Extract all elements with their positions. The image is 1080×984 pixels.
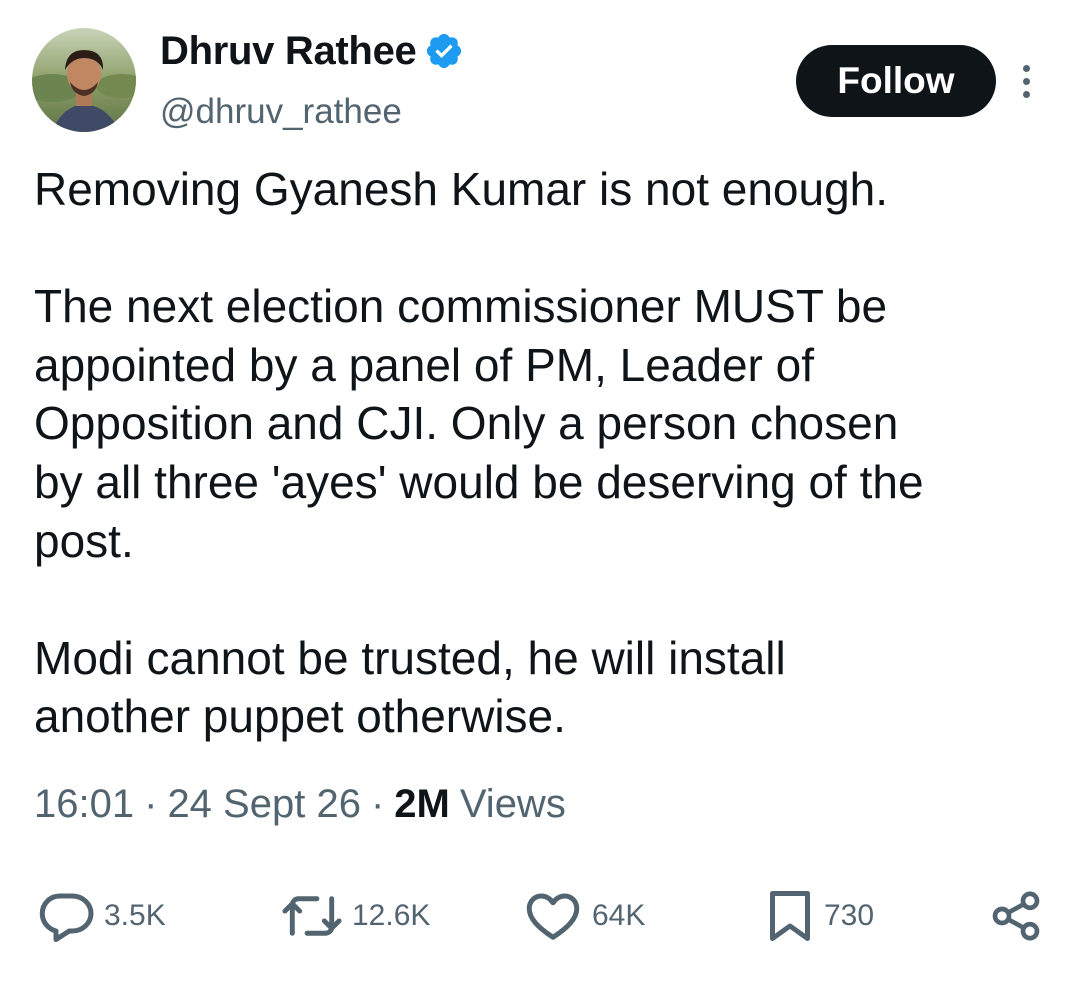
heart-icon [526,893,580,940]
repost-icon [282,896,342,936]
more-dot [1022,90,1030,98]
share-icon [992,891,1040,941]
tweet-date[interactable]: 24 Sept 26 [167,782,361,827]
avatar[interactable] [32,28,136,132]
meta-separator: · [370,782,385,826]
reply-count: 3.5K [104,899,166,932]
author-name-row: Dhruv Rathee [160,26,464,76]
tweet-text: Removing Gyanesh Kumar is not enough. Th… [34,160,1044,746]
tweet-line: by all three 'ayes' would be deserving o… [34,455,924,508]
tweet-line: post. [34,514,134,567]
bookmark-button[interactable]: 730 [764,880,874,952]
author-display-name[interactable]: Dhruv Rathee [160,29,417,74]
more-dot [1022,77,1030,85]
tweet-actions-bar: 3.5K 12.6K 64K 730 [0,880,1080,952]
tweet-line: Opposition and CJI. Only a person chosen [34,397,899,450]
reply-button[interactable]: 3.5K [36,880,166,952]
tweet-line: The next election commissioner MUST be [34,280,888,333]
bookmark-count: 730 [824,899,875,932]
views-label: Views [459,782,566,826]
repost-count: 12.6K [352,899,431,932]
tweet-line: appointed by a panel of PM, Leader of [34,338,815,391]
verified-badge-icon [427,33,462,69]
bookmark-icon [770,891,810,941]
avatar-image [32,28,136,132]
more-dot [1022,64,1030,72]
views-count: 2M [394,782,450,826]
tweet-meta: 16:01 · 24 Sept 26 · 2M Views [34,782,566,827]
tweet-line: another puppet otherwise. [34,690,566,743]
author-handle[interactable]: @dhruv_rathee [160,92,402,132]
like-count: 64K [592,899,646,932]
follow-button[interactable]: Follow [796,45,996,117]
tweet-line: Modi cannot be trusted, he will install [34,631,786,684]
share-button[interactable] [988,880,1044,952]
reply-icon [39,893,94,942]
tweet-time[interactable]: 16:01 [34,782,134,827]
like-button[interactable]: 64K [522,880,645,952]
more-options-icon[interactable] [1012,56,1040,106]
repost-button[interactable]: 12.6K [280,880,430,952]
meta-separator: · [144,782,158,826]
tweet-line: Removing Gyanesh Kumar is not enough. [34,163,889,215]
